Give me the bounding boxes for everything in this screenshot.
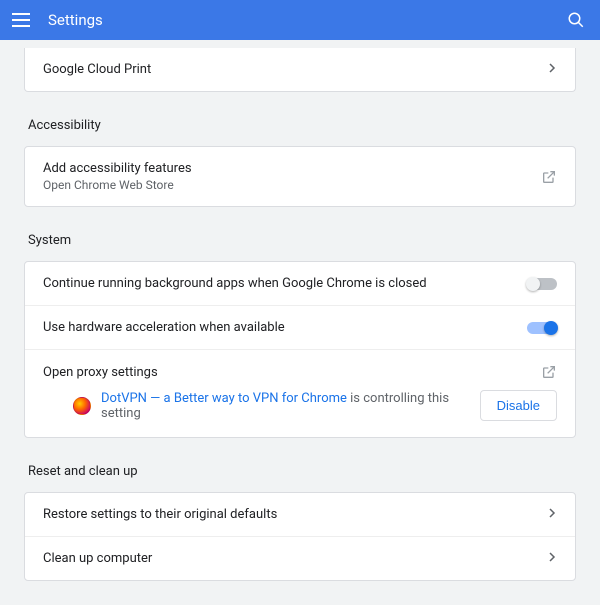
- add-accessibility-sub: Open Chrome Web Store: [43, 178, 541, 192]
- hw-accel-label: Use hardware acceleration when available: [43, 320, 527, 335]
- cleanup-row[interactable]: Clean up computer: [25, 536, 575, 580]
- background-apps-label: Continue running background apps when Go…: [43, 276, 527, 291]
- restore-defaults-row[interactable]: Restore settings to their original defau…: [25, 493, 575, 536]
- chevron-right-icon: [549, 63, 557, 76]
- settings-content: Google Cloud Print Accessibility Add acc…: [0, 48, 600, 605]
- restore-defaults-label: Restore settings to their original defau…: [43, 507, 549, 522]
- cleanup-label: Clean up computer: [43, 551, 549, 566]
- accessibility-card: Add accessibility features Open Chrome W…: [24, 146, 576, 207]
- chevron-right-icon: [549, 508, 557, 521]
- app-header: Settings: [0, 0, 600, 40]
- reset-card: Restore settings to their original defau…: [24, 492, 576, 581]
- system-card: Continue running background apps when Go…: [24, 261, 576, 438]
- google-cloud-print-label: Google Cloud Print: [43, 62, 549, 77]
- chevron-right-icon: [549, 552, 557, 565]
- hw-accel-toggle[interactable]: [527, 322, 557, 334]
- page-title: Settings: [48, 11, 103, 29]
- disable-button[interactable]: Disable: [480, 390, 557, 421]
- accessibility-section-title: Accessibility: [28, 118, 576, 133]
- external-link-icon: [541, 364, 557, 380]
- background-apps-row: Continue running background apps when Go…: [25, 262, 575, 305]
- open-proxy-label: Open proxy settings: [43, 365, 541, 380]
- add-accessibility-row[interactable]: Add accessibility features Open Chrome W…: [25, 147, 575, 206]
- add-accessibility-label: Add accessibility features: [43, 161, 541, 176]
- proxy-controlled-text: DotVPN — a Better way to VPN for Chrome …: [101, 391, 470, 421]
- open-proxy-row[interactable]: Open proxy settings: [25, 349, 575, 386]
- dotvpn-icon: [73, 397, 91, 415]
- extension-link[interactable]: DotVPN — a Better way to VPN for Chrome: [101, 391, 347, 406]
- hw-accel-row: Use hardware acceleration when available: [25, 305, 575, 349]
- reset-section-title: Reset and clean up: [28, 464, 576, 479]
- google-cloud-print-row[interactable]: Google Cloud Print: [25, 48, 575, 91]
- external-link-icon: [541, 169, 557, 185]
- search-icon[interactable]: [564, 8, 588, 32]
- menu-icon[interactable]: [12, 8, 36, 32]
- background-apps-toggle[interactable]: [527, 278, 557, 290]
- cloud-print-card: Google Cloud Print: [24, 48, 576, 92]
- system-section-title: System: [28, 233, 576, 248]
- proxy-controlled-row: DotVPN — a Better way to VPN for Chrome …: [25, 386, 575, 437]
